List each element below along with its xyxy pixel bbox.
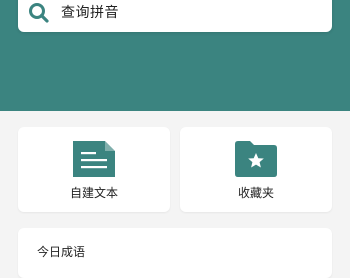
favorites-button[interactable]: 收藏夹	[180, 127, 332, 212]
document-icon	[73, 141, 115, 177]
search-icon	[29, 3, 49, 23]
favorites-label: 收藏夹	[237, 186, 274, 200]
star-folder-icon	[235, 141, 277, 177]
daily-idiom-card[interactable]: 今日成语	[18, 228, 332, 278]
search-bar[interactable]: 查询拼音	[18, 0, 332, 32]
new-text-button[interactable]: 自建文本	[18, 127, 170, 212]
new-text-label: 自建文本	[69, 186, 118, 200]
search-placeholder: 查询拼音	[61, 5, 119, 21]
daily-idiom-title: 今日成语	[37, 245, 86, 259]
